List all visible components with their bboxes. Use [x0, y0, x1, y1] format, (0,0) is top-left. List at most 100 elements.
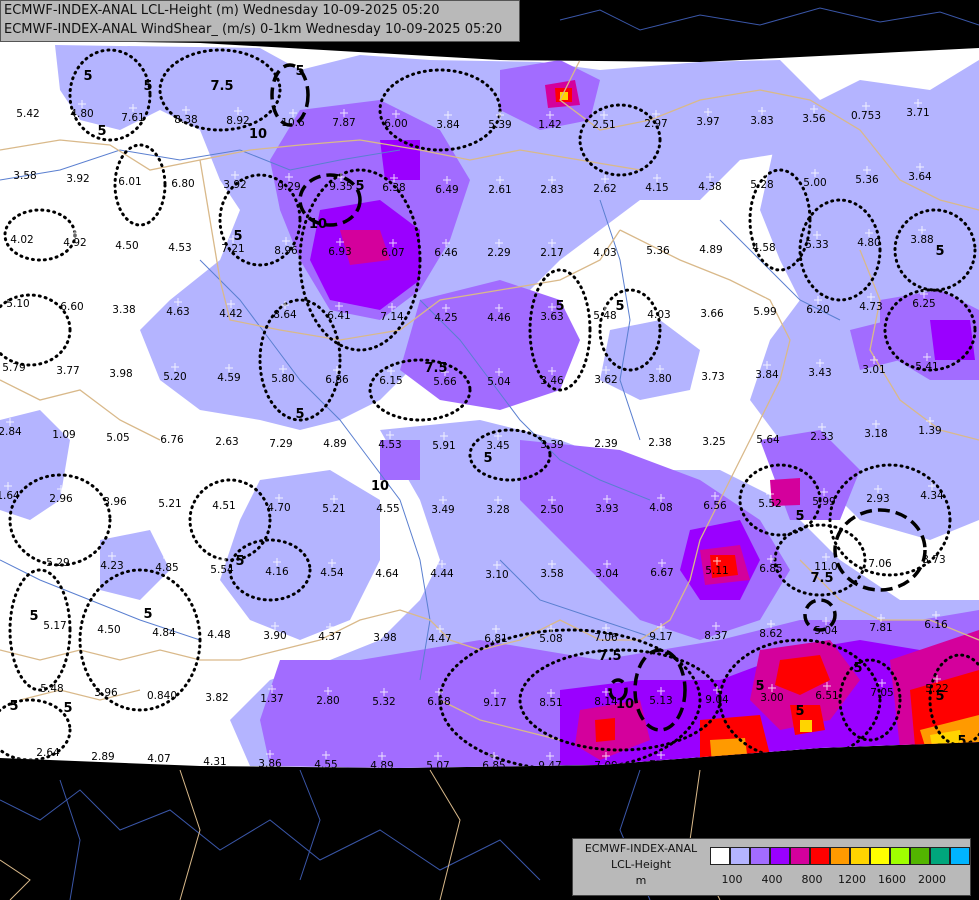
value-label: 4.51: [212, 500, 235, 512]
value-label: 2.89: [91, 751, 114, 763]
contour-label: 5: [795, 509, 804, 524]
legend-label: 2000: [918, 873, 946, 886]
value-label: 6.00: [384, 118, 407, 130]
legend-label: 800: [801, 873, 823, 886]
value-label: 3.62: [594, 374, 617, 386]
value-label: 6.51: [815, 690, 838, 702]
value-label: 5.48: [40, 683, 63, 695]
weather-map: 57.5105557.5105555107.51055555 55 555557.5…: [0, 0, 979, 900]
value-label: 3.28: [486, 504, 509, 516]
value-label: 2.84: [0, 426, 22, 438]
value-label: 4.16: [265, 566, 289, 578]
contour-label: 5: [143, 607, 152, 622]
legend-label: 100: [721, 873, 743, 886]
value-label: 9.04: [705, 694, 729, 706]
value-label: 5.99: [812, 496, 835, 508]
value-label: 3.56: [802, 113, 826, 125]
value-label: 6.46: [434, 247, 458, 259]
header-line-windshear: ECMWF-INDEX-ANAL WindShear_ (m/s) 0-1km …: [4, 22, 503, 37]
contour-label: 5: [295, 64, 304, 79]
value-label: 7.61: [121, 112, 144, 124]
legend-swatch: [710, 847, 730, 865]
value-label: 2.64: [36, 747, 60, 759]
value-label: 6.49: [435, 184, 458, 196]
value-label: 7.06: [594, 632, 618, 644]
value-label: 3.43: [808, 367, 831, 379]
value-label: 1.64: [0, 490, 20, 502]
contour-label: 5: [29, 609, 38, 624]
value-label: 7.81: [869, 622, 892, 634]
value-label: 4.23: [100, 560, 123, 572]
contour-label: 5: [143, 79, 152, 94]
value-label: 3.46: [540, 375, 564, 387]
value-label: 7.21: [221, 243, 244, 255]
value-label: 3.39: [540, 439, 563, 451]
value-label: 4.80: [70, 108, 93, 120]
value-label: 3.92: [223, 179, 246, 191]
value-label: 9.29: [277, 181, 300, 193]
value-label: 4.15: [645, 182, 668, 194]
value-label: 3.38: [112, 304, 135, 316]
value-label: 1.39: [918, 425, 941, 437]
value-label: 5.05: [106, 432, 129, 444]
value-label: 6.07: [381, 247, 404, 259]
value-label: 2.61: [488, 184, 511, 196]
value-label: 11.0: [814, 561, 837, 573]
value-label: 8.51: [539, 697, 562, 709]
value-label: 4.50: [115, 240, 138, 252]
legend-title-source: ECMWF-INDEX-ANAL: [584, 842, 698, 855]
legend-swatch: [810, 847, 830, 865]
value-label: 4.38: [698, 181, 721, 193]
value-label: 6.86: [325, 374, 349, 386]
value-label: 4.42: [219, 308, 242, 320]
value-label: 3.64: [908, 171, 932, 183]
value-label: 5.29: [46, 557, 69, 569]
value-label: 5.04: [814, 625, 838, 637]
value-label: 4.03: [647, 309, 670, 321]
legend-swatch: [950, 847, 970, 865]
value-label: 5.32: [372, 696, 395, 708]
contour-label: 5: [795, 704, 804, 719]
value-label: 3.77: [56, 365, 79, 377]
value-label: 6.67: [650, 567, 673, 579]
value-label: 3.73: [701, 371, 724, 383]
value-label: 2.93: [866, 493, 889, 505]
value-label: 3.96: [94, 687, 118, 699]
value-label: 3.00: [760, 692, 783, 704]
value-label: 2.29: [487, 247, 510, 259]
value-label: 4.44: [430, 568, 454, 580]
value-label: 3.84: [436, 119, 460, 131]
contour-label: 10: [616, 697, 634, 712]
legend-swatch: [850, 847, 870, 865]
value-label: 5.66: [433, 376, 457, 388]
value-label: 2.63: [215, 436, 238, 448]
value-label: 5.11: [705, 565, 728, 577]
contour-label: 5: [9, 699, 18, 714]
value-label: 3.98: [109, 368, 132, 380]
value-label: 2.38: [648, 437, 671, 449]
value-label: 2.33: [810, 431, 833, 443]
legend-title-field: LCL-Height: [610, 858, 672, 871]
value-label: 3.01: [862, 364, 885, 376]
value-label: 3.82: [205, 692, 228, 704]
value-label: 5.99: [753, 306, 776, 318]
legend-swatch: [830, 847, 850, 865]
value-label: 7.14: [380, 311, 404, 323]
value-label: 7.06: [868, 558, 892, 570]
value-label: 3.84: [755, 369, 779, 381]
legend-label: 1600: [878, 873, 906, 886]
value-label: 3.58: [13, 170, 36, 182]
value-label: 3.18: [864, 428, 887, 440]
contour-label: 7.5: [810, 571, 833, 586]
value-label: 6.85: [759, 563, 782, 575]
value-label: 5.48: [593, 310, 616, 322]
legend-swatch: [730, 847, 750, 865]
map-domain: 57.5105557.5105555107.51055555 55 555557.5…: [0, 40, 979, 768]
legend-swatch: [870, 847, 890, 865]
value-label: 5.21: [322, 503, 345, 515]
value-label: 5.42: [16, 108, 39, 120]
value-label: 4.37: [318, 631, 341, 643]
value-label: 4.85: [155, 562, 178, 574]
value-label: 6.01: [118, 176, 141, 188]
contour-label: 5: [63, 701, 72, 716]
